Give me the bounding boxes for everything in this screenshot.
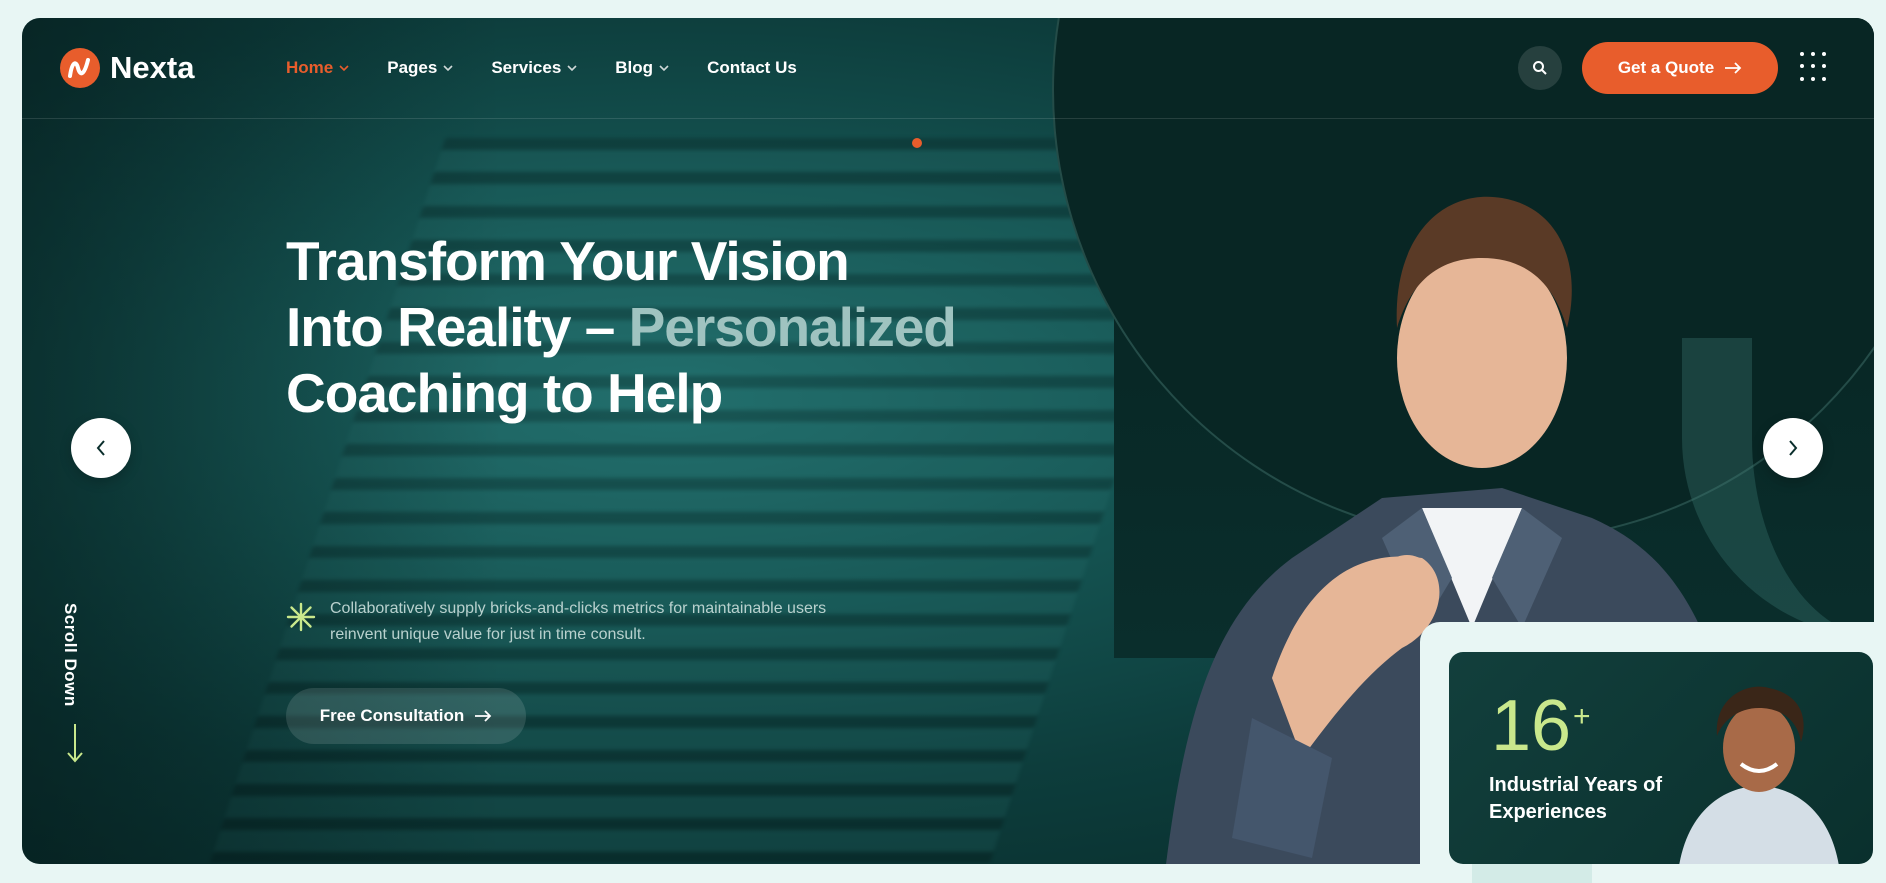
nav-item-label: Home xyxy=(286,58,334,77)
stats-card: 16 + Industrial Years of Experiences xyxy=(1449,652,1873,864)
headline-line-2-part-a: Into Reality – xyxy=(286,296,615,358)
nav-item-label: Blog xyxy=(615,58,654,77)
logo-icon xyxy=(60,48,100,88)
stats-number: 16 xyxy=(1491,686,1572,766)
arrow-right-icon xyxy=(1725,62,1742,74)
main-nav: Home Pages Services Blog Contact Us xyxy=(286,58,835,78)
logo[interactable]: Nexta xyxy=(60,48,194,88)
nav-item-label: Services xyxy=(491,58,562,77)
get-quote-button[interactable]: Get a Quote xyxy=(1582,42,1778,94)
free-consultation-label: Free Consultation xyxy=(319,706,465,725)
chevron-right-icon xyxy=(1789,440,1798,456)
site-header: Nexta Home Pages Services Blog Contact U… xyxy=(22,18,1874,119)
grid-menu-icon[interactable] xyxy=(1800,52,1830,82)
headline-highlight: Personalized xyxy=(628,296,957,358)
asterisk-icon xyxy=(286,602,316,632)
chevron-left-icon xyxy=(96,440,105,456)
decorative-strip xyxy=(1472,864,1592,883)
nav-item-home[interactable]: Home xyxy=(286,58,349,78)
chevron-down-icon xyxy=(659,65,669,72)
nav-item-pages[interactable]: Pages xyxy=(387,58,453,78)
stats-suffix: + xyxy=(1573,700,1591,733)
scroll-down-indicator[interactable]: Scroll Down xyxy=(60,603,100,773)
arrow-right-icon xyxy=(475,710,492,722)
chevron-down-icon xyxy=(339,65,349,72)
nav-item-contact[interactable]: Contact Us xyxy=(707,58,797,78)
nav-item-services[interactable]: Services xyxy=(491,58,577,78)
hero-description: Collaboratively supply bricks-and-clicks… xyxy=(286,596,886,648)
nav-item-label: Pages xyxy=(387,58,438,77)
scroll-down-label: Scroll Down xyxy=(61,603,80,707)
slider-prev-button[interactable] xyxy=(71,418,131,478)
smiling-man-image xyxy=(1679,686,1839,864)
nav-item-label: Contact Us xyxy=(707,58,797,77)
nav-item-blog[interactable]: Blog xyxy=(615,58,669,78)
description-text: Collaboratively supply bricks-and-clicks… xyxy=(330,600,827,643)
hero-headline: Transform Your Vision Into Reality – Per… xyxy=(286,228,1006,426)
get-quote-label: Get a Quote xyxy=(1617,58,1715,77)
logo-text: Nexta xyxy=(110,50,195,85)
chevron-down-icon xyxy=(443,65,453,72)
arrow-down-icon xyxy=(67,724,83,763)
free-consultation-button[interactable]: Free Consultation xyxy=(286,688,526,744)
chevron-down-icon xyxy=(567,65,577,72)
slider-dot-indicator[interactable] xyxy=(912,138,922,148)
search-button[interactable] xyxy=(1518,46,1562,90)
headline-line-2: Into Reality – Personalized xyxy=(286,294,1006,360)
headline-line-1: Transform Your Vision xyxy=(286,230,850,292)
search-icon xyxy=(1533,61,1547,75)
headline-line-3: Coaching to Help xyxy=(286,362,723,424)
